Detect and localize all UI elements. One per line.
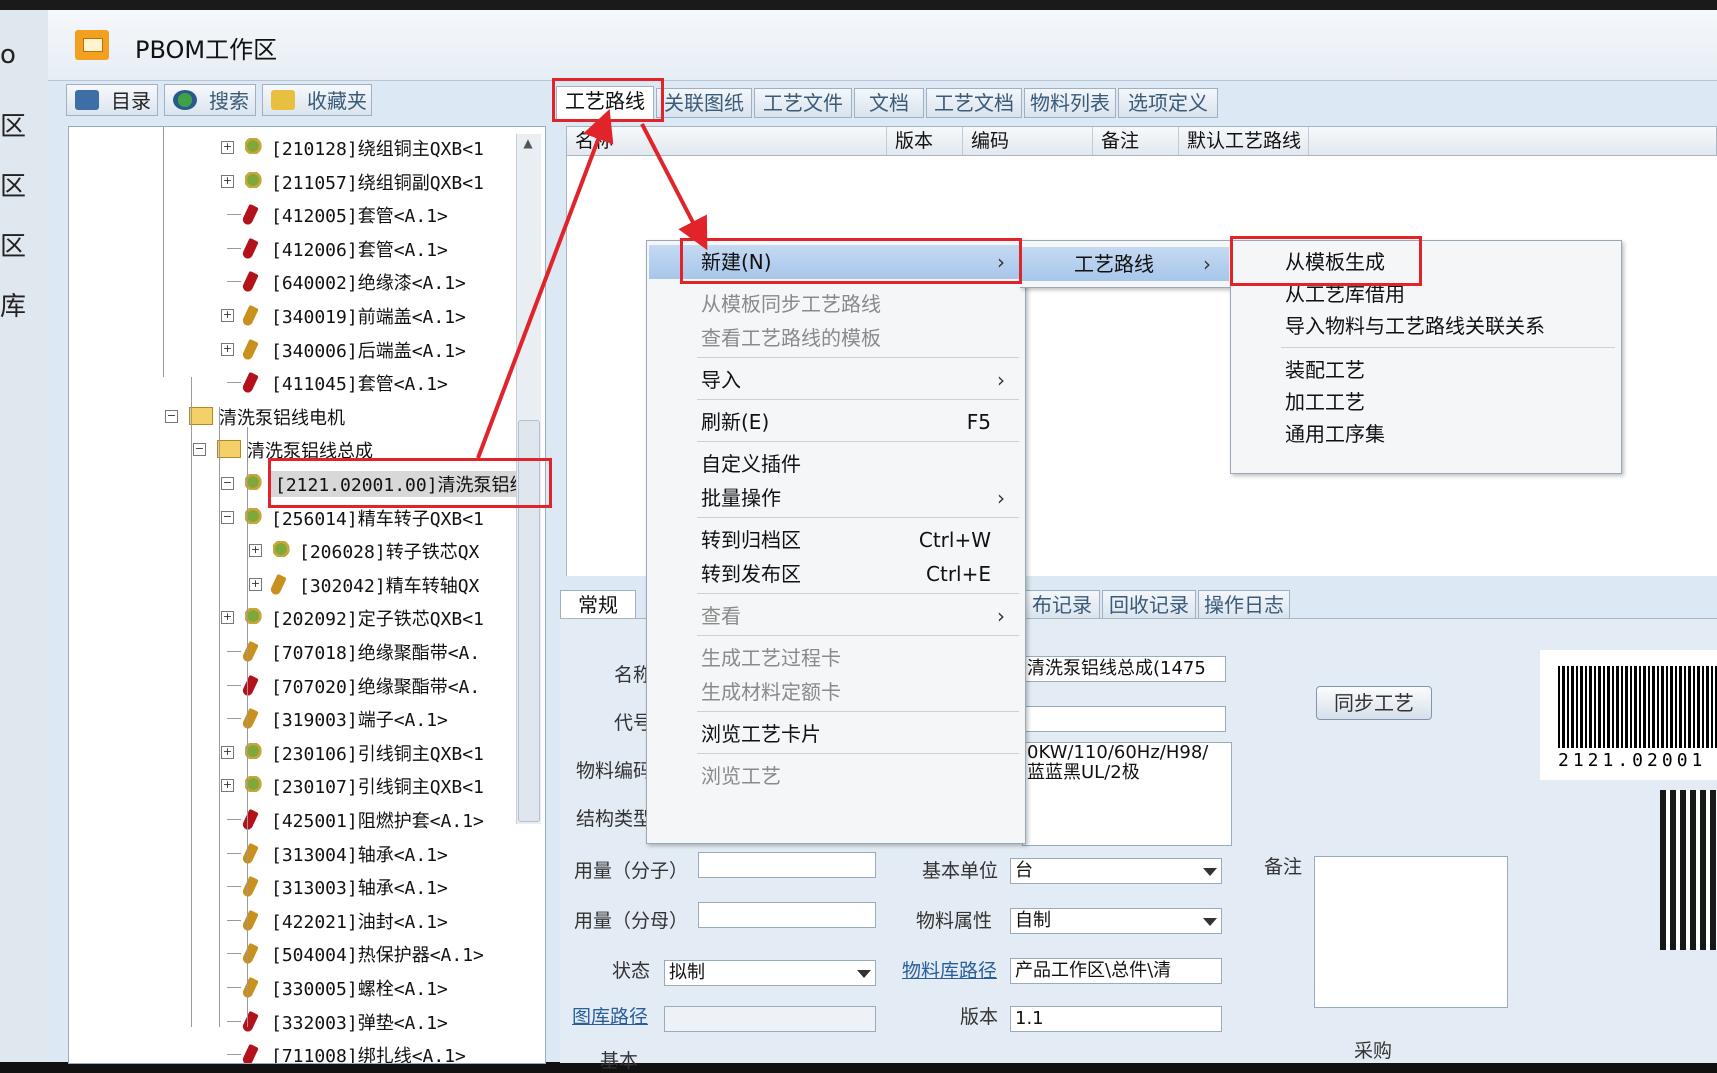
annotation-arrows bbox=[476, 109, 708, 459]
arrow-node-to-tab bbox=[476, 109, 614, 459]
arrow-tab-to-menu bbox=[640, 123, 708, 251]
